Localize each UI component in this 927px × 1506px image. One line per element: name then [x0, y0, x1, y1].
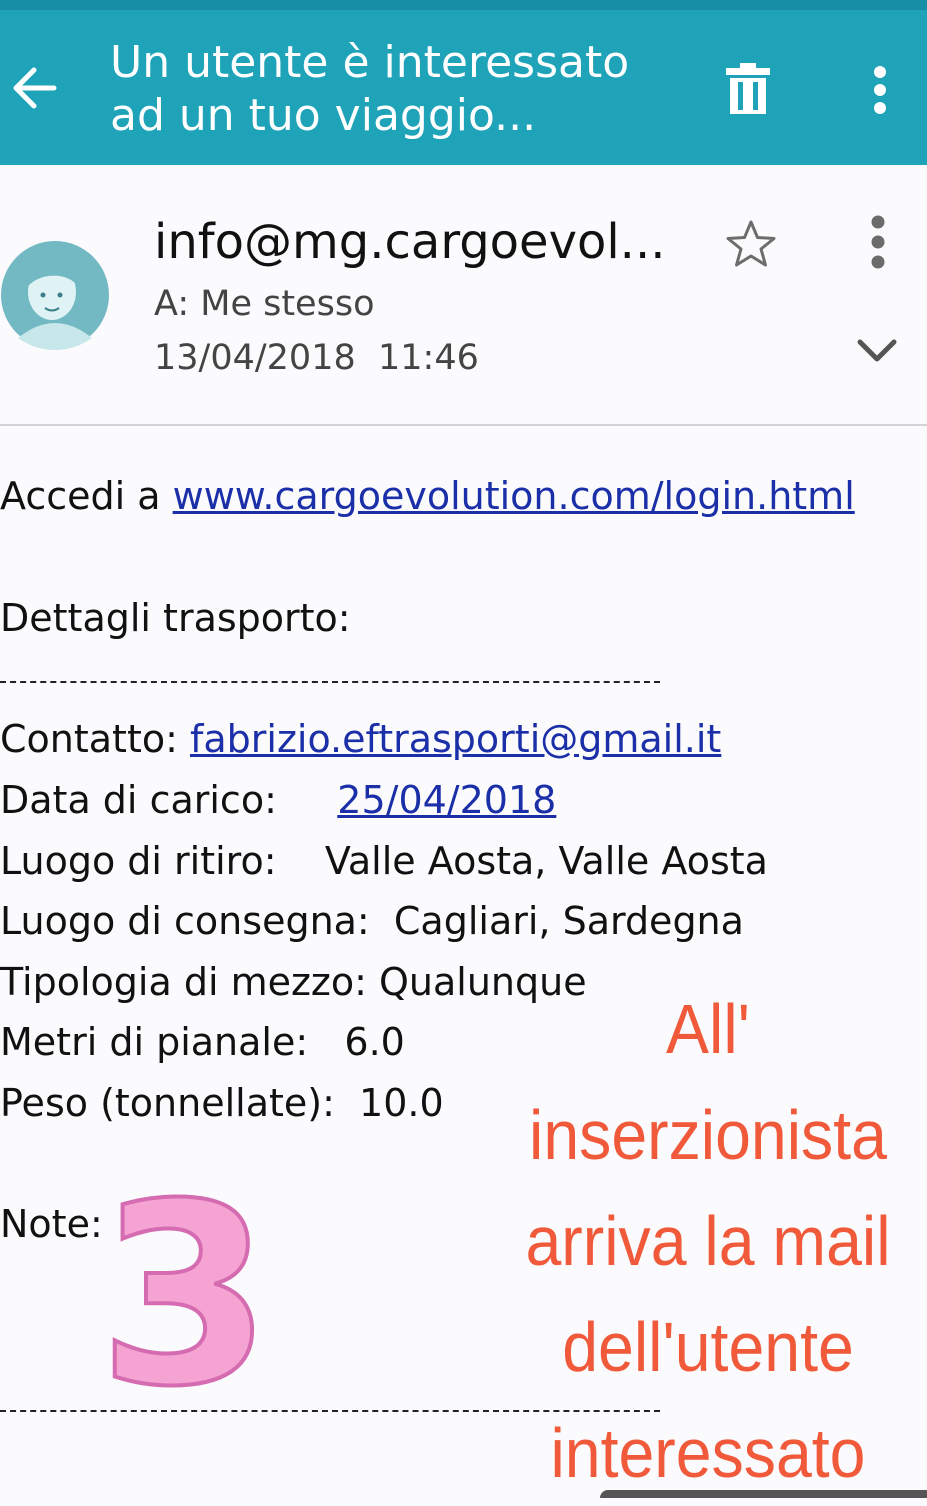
- contact-line: Contatto: fabrizio.eftrasporti@gmail.it: [0, 715, 721, 763]
- subject-line-1: Un utente è interessato: [110, 37, 630, 88]
- message-date: 13/04/2018: [154, 338, 356, 378]
- load-date-label: Data di carico:: [0, 778, 338, 822]
- app-bar: Un utente è interessato ad un tuo viaggi…: [0, 0, 927, 165]
- separator-top: [0, 681, 660, 683]
- annotation-line-3: arriva la mail: [525, 1202, 891, 1280]
- message-datetime: 13/04/2018 11:46: [154, 338, 479, 378]
- annotation-text: All' inserzionista arriva la mail dell'u…: [507, 976, 908, 1506]
- status-strip: [0, 0, 927, 10]
- person-avatar-icon: [1, 241, 109, 350]
- contact-email-link[interactable]: fabrizio.eftrasporti@gmail.it: [190, 717, 721, 761]
- expand-details-button[interactable]: [852, 330, 902, 374]
- header-divider: [0, 424, 927, 426]
- notes-label: Note:: [0, 1202, 103, 1246]
- access-line: Accedi a www.cargoevolution.com/login.ht…: [0, 472, 855, 520]
- delete-button[interactable]: [716, 58, 780, 122]
- annotation-line-4: dell'utente: [562, 1308, 854, 1386]
- subject-line-2: ad un tuo viaggio...: [110, 90, 537, 141]
- arrow-left-icon: [13, 67, 57, 109]
- trash-icon: [726, 63, 770, 114]
- avatar[interactable]: [0, 240, 110, 350]
- details-heading: Dettagli trasporto:: [0, 596, 351, 640]
- login-link[interactable]: www.cargoevolution.com/login.html: [173, 474, 855, 518]
- overflow-menu-button[interactable]: [860, 62, 900, 118]
- annotation-line-1: All': [666, 990, 750, 1068]
- star-button[interactable]: [722, 216, 780, 274]
- annotation-line-2: inserzionista: [529, 1096, 887, 1174]
- load-date-line: Data di carico: 25/04/2018: [0, 776, 556, 824]
- message-time: 11:46: [378, 338, 479, 378]
- weight-line: Peso (tonnellate): 10.0: [0, 1081, 444, 1125]
- more-vert-icon: [871, 215, 885, 269]
- deck-meters-line: Metri di pianale: 6.0: [0, 1020, 405, 1064]
- more-vert-icon: [874, 66, 886, 114]
- message-menu-button[interactable]: [856, 212, 900, 272]
- pickup-line: Luogo di ritiro: Valle Aosta, Valle Aost…: [0, 839, 768, 883]
- delivery-line: Luogo di consegna: Cagliari, Sardegna: [0, 899, 744, 943]
- back-button[interactable]: [6, 58, 62, 118]
- contact-label: Contatto:: [0, 717, 190, 761]
- access-prefix: Accedi a: [0, 474, 173, 518]
- sender-address[interactable]: info@mg.cargoevol...: [154, 212, 665, 272]
- recipient-line: A: Me stesso: [154, 284, 375, 324]
- bottom-edge: [600, 1490, 927, 1498]
- load-date-link[interactable]: 25/04/2018: [337, 778, 556, 822]
- step-number: 3: [100, 1170, 270, 1400]
- star-outline-icon: [726, 220, 776, 267]
- chevron-down-icon: [857, 339, 897, 362]
- email-subject: Un utente è interessato ad un tuo viaggi…: [110, 36, 670, 142]
- vehicle-line: Tipologia di mezzo: Qualunque: [0, 960, 587, 1004]
- step-number-sticker: 3: [96, 1148, 274, 1443]
